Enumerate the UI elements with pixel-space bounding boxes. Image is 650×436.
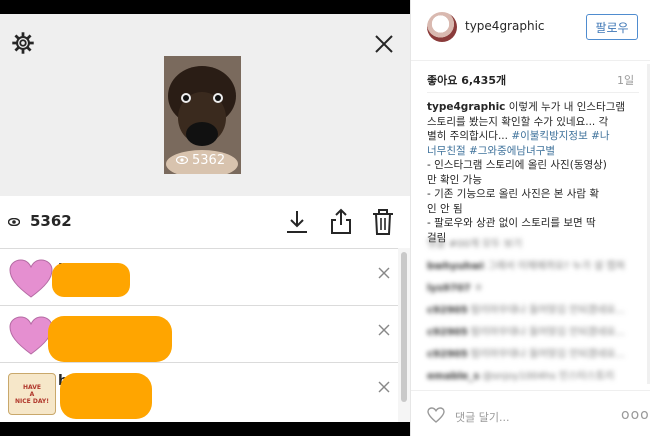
follow-button[interactable]: 팔로우 [586,14,638,40]
caption-bullet: - 기존 기능으로 올린 사진은 본 사람 확 [427,188,600,200]
eye-icon [7,212,21,230]
heart-icon[interactable] [427,407,445,423]
hashtag[interactable]: #이불킥방지정보 #나 [511,130,609,142]
close-icon[interactable] [374,34,394,54]
post-footer: 댓글 달기... ooo [411,390,650,436]
comment[interactable]: emable_s @snjoy1004hs 인스타스토리 [427,370,639,384]
top-black-bar [0,0,410,14]
more-options-icon[interactable]: ooo [621,407,650,423]
post-username[interactable]: type4graphic [465,19,545,33]
badge-line: NICE DAY! [15,397,49,405]
remove-icon[interactable] [378,324,390,336]
gear-icon[interactable] [12,32,34,54]
thumb-view-count: 5362 [175,153,226,168]
post-header: type4graphic 팔로우 [411,0,650,61]
comment[interactable]: 댓글 #00개 모두 보기 [427,238,639,252]
share-icon[interactable] [328,208,354,236]
redaction-mark [52,263,130,297]
viewers-scrollbar[interactable] [398,248,410,422]
viewer-row[interactable]: HAVE A NICE DAY! ho [0,363,398,419]
hashtag[interactable]: 너무친절 #그와중에남녀구별 [427,144,639,159]
caption-line: 스토리를 봤는지 확인할 수가 있네요... 각 [427,115,609,128]
redaction-mark [48,316,172,362]
comment[interactable]: c92905 탐리아우대나 들어맞김 안되겠네요... [427,348,639,362]
story-thumbnail[interactable]: 5362 [164,56,241,174]
badge-line: HAVE [23,383,41,391]
eye-icon [175,153,189,168]
caption-bullet: - 팔로우와 상관 없이 스토리를 보면 딱 [427,217,596,229]
likes-count[interactable]: 좋아요 6,435개 [427,72,506,88]
scrollbar-thumb[interactable] [401,252,407,402]
post-caption: type4graphic 이렇게 누가 내 인스타그램 스토리를 봤는지 확인할… [427,100,639,245]
heart-avatar [9,259,53,298]
caption-bullet: 인 안 됨 [427,202,463,215]
divider [427,92,639,93]
download-icon[interactable] [284,208,310,236]
viewer-row[interactable]: dr [0,306,398,363]
comment[interactable]: bwhyuhwi 그래서 이제에까요? 누가 설 캡쳐 [427,260,639,274]
post-detail-panel: type4graphic 팔로우 좋아요 6,435개 1일 type4grap… [410,0,650,436]
post-age: 1일 [617,74,635,87]
comment[interactable]: c92905 탐리아우대나 들어맞김 안되겠네요... [427,304,639,318]
thumb-view-number: 5362 [192,153,226,168]
caption-username[interactable]: type4graphic [427,101,505,113]
story-preview-area: 5362 [0,14,410,196]
caption-bullet: - 인스타그램 스토리에 올린 사진(동영상) [427,159,607,171]
comment[interactable]: c92905 탐리아우대나 들어맞김 안되겠네요... [427,326,639,340]
comment[interactable]: lys9707 ㅎ [427,282,639,296]
redaction-mark [60,373,152,419]
story-viewers-panel: 5362 5362 HAVE A NICE DAY! [0,14,410,422]
views-count: 5362 [7,212,72,230]
remove-icon[interactable] [378,267,390,279]
bottom-black-bar [0,422,410,436]
caption-line: 별히 주의합시다... #이불킥방지정보 #나 [427,130,610,142]
nice-day-avatar: HAVE A NICE DAY! [8,373,56,415]
remove-icon[interactable] [378,381,390,393]
caption-bullet: 만 확인 가능 [427,173,482,186]
comment-input[interactable]: 댓글 달기... [455,409,509,425]
viewers-stats-row: 5362 [0,196,410,249]
views-number: 5362 [30,212,72,230]
badge-line: A [29,390,35,398]
comments-list: 댓글 #00개 모두 보기 bwhyuhwi 그래서 이제에까요? 누가 설 캡… [427,238,639,392]
user-avatar[interactable] [427,12,457,42]
trash-icon[interactable] [370,208,396,236]
viewer-row[interactable]: nar [0,249,398,306]
caption-line: type4graphic 이렇게 누가 내 인스타그램 [427,101,626,113]
